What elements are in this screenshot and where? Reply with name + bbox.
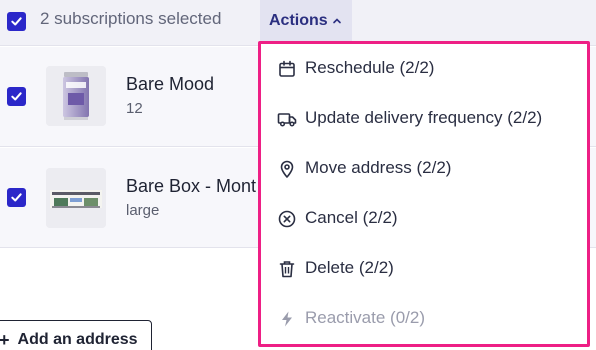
lightning-icon: [282, 311, 292, 327]
menu-item-update-delivery-frequency[interactable]: Update delivery frequency (2/2): [261, 94, 587, 144]
menu-item-cancel[interactable]: Cancel (2/2): [261, 194, 587, 244]
trash-icon: [279, 261, 295, 278]
bulk-action-bar: 2 subscriptions selected Actions: [0, 0, 596, 46]
chevron-up-icon: [332, 18, 341, 24]
actions-label: Actions: [269, 12, 328, 29]
map-pin-icon: [280, 160, 294, 178]
truck-icon: [277, 113, 297, 127]
menu-item-label: Delete (2/2): [305, 258, 394, 277]
check-icon: [11, 193, 22, 202]
product-variant: 12: [126, 100, 143, 117]
menu-item-label: Update delivery frequency (2/2): [305, 108, 543, 127]
menu-item-label: Reschedule (2/2): [305, 58, 435, 77]
add-address-label: Add an address: [17, 331, 138, 348]
menu-item-label: Cancel (2/2): [305, 208, 398, 227]
product-image: [46, 66, 106, 126]
select-all-checkbox[interactable]: [7, 12, 26, 31]
subscriptions-page: 2 subscriptions selected Actions Bare Mo…: [0, 0, 596, 350]
product-name: Bare Box - Mont: [126, 176, 257, 196]
row-checkbox[interactable]: [7, 188, 26, 207]
add-address-button[interactable]: + Add an address: [0, 320, 152, 350]
row-checkbox[interactable]: [7, 87, 26, 106]
menu-item-label: Reactivate (0/2): [305, 308, 425, 327]
actions-menu: Reschedule (2/2) Update delivery frequen…: [258, 41, 590, 347]
actions-dropdown-button[interactable]: Actions: [260, 0, 352, 42]
check-icon: [11, 17, 22, 26]
x-circle-icon: [278, 210, 296, 228]
product-variant: large: [126, 202, 160, 219]
product-name: Bare Mood: [126, 74, 215, 94]
calendar-icon: [279, 60, 295, 77]
check-icon: [11, 92, 22, 101]
menu-item-reactivate: Reactivate (0/2): [261, 294, 587, 344]
menu-item-reschedule[interactable]: Reschedule (2/2): [261, 44, 587, 94]
menu-item-label: Move address (2/2): [305, 158, 452, 177]
product-image: [46, 168, 106, 228]
plus-icon: +: [0, 329, 10, 350]
selection-count-text: 2 subscriptions selected: [40, 9, 222, 28]
menu-item-delete[interactable]: Delete (2/2): [261, 244, 587, 294]
menu-item-move-address[interactable]: Move address (2/2): [261, 144, 587, 194]
